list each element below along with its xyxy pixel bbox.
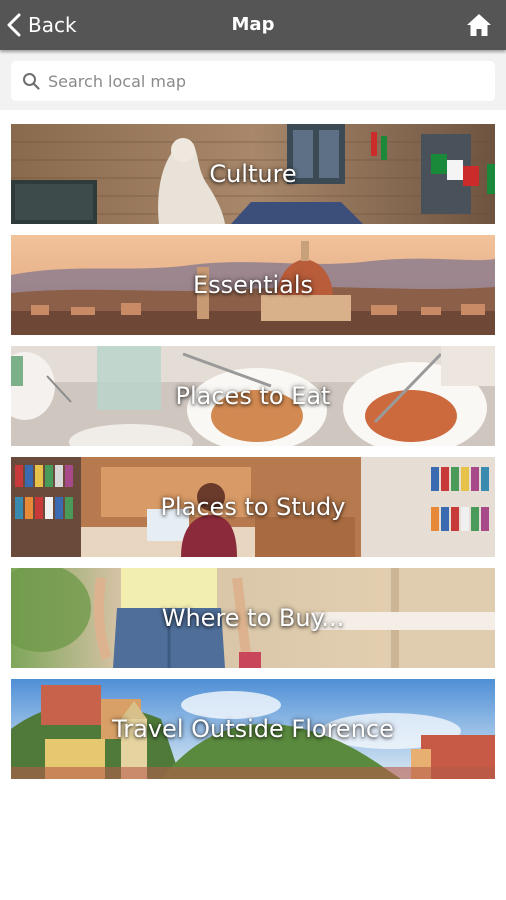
- search-bar-container: [0, 50, 506, 110]
- category-tile-places-to-study[interactable]: Places to Study: [11, 457, 495, 557]
- page-title: Map: [231, 14, 275, 35]
- category-label: Culture: [209, 160, 297, 188]
- search-icon: [23, 73, 40, 90]
- category-label: Places to Eat: [175, 382, 331, 410]
- home-icon[interactable]: [466, 12, 492, 38]
- category-tile-where-to-buy[interactable]: Where to Buy...: [11, 568, 495, 668]
- category-label: Where to Buy...: [161, 604, 345, 632]
- category-tile-places-to-eat[interactable]: Places to Eat: [11, 346, 495, 446]
- nav-bar: Back Map: [0, 0, 506, 50]
- search-input[interactable]: [48, 66, 468, 96]
- search-bar: [11, 61, 495, 101]
- category-tile-travel-outside-florence[interactable]: Travel Outside Florence: [11, 679, 495, 779]
- category-label: Travel Outside Florence: [112, 715, 394, 743]
- category-label: Essentials: [192, 271, 314, 299]
- category-label: Places to Study: [160, 493, 346, 521]
- category-tile-culture[interactable]: Culture: [11, 124, 495, 224]
- category-tile-essentials[interactable]: Essentials: [11, 235, 495, 335]
